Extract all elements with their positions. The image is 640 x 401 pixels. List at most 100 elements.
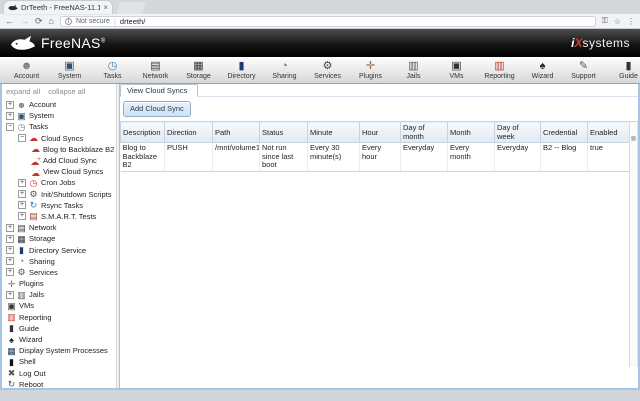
tree-item-system[interactable]: +System bbox=[2, 110, 116, 121]
expand-toggle-icon[interactable]: + bbox=[6, 291, 14, 299]
toolbar-item-storage[interactable]: Storage bbox=[178, 60, 219, 81]
column-header-description[interactable]: Description bbox=[121, 122, 165, 143]
column-header-day-of-week[interactable]: Day of week bbox=[495, 122, 541, 143]
column-header-status[interactable]: Status bbox=[260, 122, 308, 143]
toolbar-item-system[interactable]: System bbox=[49, 60, 90, 81]
column-header-minute[interactable]: Minute bbox=[308, 122, 360, 143]
tree-item-plugins[interactable]: Plugins bbox=[2, 278, 116, 289]
expand-toggle-icon[interactable]: + bbox=[6, 101, 14, 109]
toolbar-item-sharing[interactable]: Sharing bbox=[264, 60, 305, 81]
table-row[interactable]: Blog to Backblaze B2PUSH/mnt/volume1/blo… bbox=[121, 143, 630, 172]
expand-toggle-icon[interactable]: + bbox=[18, 212, 26, 220]
tree-item-jails[interactable]: +Jails bbox=[2, 289, 116, 300]
toolbar-item-label: Plugins bbox=[359, 73, 382, 81]
toolbar-item-vms[interactable]: VMs bbox=[436, 60, 477, 81]
toolbar-item-directory[interactable]: Directory bbox=[221, 60, 262, 81]
tree-item-add-cloud-sync[interactable]: Add Cloud Sync bbox=[2, 155, 116, 166]
tree-item-services[interactable]: +Services bbox=[2, 267, 116, 278]
column-header-hour[interactable]: Hour bbox=[360, 122, 401, 143]
tree-item-sharing[interactable]: +Sharing bbox=[2, 256, 116, 267]
collapse-toggle-icon[interactable]: − bbox=[18, 134, 26, 142]
browser-menu-icon[interactable]: ⋮ bbox=[627, 17, 635, 26]
tree-item-log-out[interactable]: Log Out bbox=[2, 368, 116, 379]
tree-item-label: Add Cloud Sync bbox=[43, 156, 97, 165]
grid-scrollbar[interactable]: ▦ bbox=[629, 121, 638, 367]
expand-all-link[interactable]: expand all bbox=[6, 87, 40, 96]
bookmark-star-icon[interactable]: ☆ bbox=[614, 17, 621, 26]
column-header-enabled[interactable]: Enabled bbox=[588, 122, 630, 143]
toolbar-item-tasks[interactable]: Tasks bbox=[92, 60, 133, 81]
forward-icon[interactable]: → bbox=[20, 16, 29, 26]
page-background bbox=[0, 390, 640, 399]
toolbar-item-reporting[interactable]: Reporting bbox=[479, 60, 520, 81]
tree-item-display-system-processes[interactable]: Display System Processes bbox=[2, 345, 116, 356]
toolbar-item-plugins[interactable]: Plugins bbox=[350, 60, 391, 81]
tree-item-shell[interactable]: Shell bbox=[2, 356, 116, 367]
tree-item-guide[interactable]: Guide bbox=[2, 323, 116, 334]
toolbar-item-account[interactable]: Account bbox=[6, 60, 47, 81]
expand-toggle-icon[interactable]: + bbox=[18, 201, 26, 209]
tree-item-tasks[interactable]: −Tasks bbox=[2, 121, 116, 132]
toolbar-item-label: Guide bbox=[619, 73, 638, 81]
grid-options-icon[interactable]: ▦ bbox=[630, 135, 637, 142]
home-icon[interactable]: ⌂ bbox=[49, 16, 54, 26]
expand-toggle-icon[interactable]: + bbox=[6, 112, 14, 120]
tree-item-vms[interactable]: VMs bbox=[2, 300, 116, 311]
tree-item-network[interactable]: +Network bbox=[2, 222, 116, 233]
directory-icon bbox=[238, 60, 244, 73]
tree-item-cron-jobs[interactable]: +Cron Jobs bbox=[2, 177, 116, 188]
column-header-credential[interactable]: Credential bbox=[541, 122, 588, 143]
url-text[interactable]: drteeth/ bbox=[120, 17, 145, 26]
tree-item-reporting[interactable]: Reporting bbox=[2, 312, 116, 323]
tree-item-smart-tests[interactable]: +S.M.A.R.T. Tests bbox=[2, 211, 116, 222]
tree-item-rsync-tasks[interactable]: +Rsync Tasks bbox=[2, 200, 116, 211]
tab-view-cloud-syncs[interactable]: View Cloud Syncs bbox=[120, 84, 198, 97]
new-tab-button[interactable] bbox=[116, 2, 146, 14]
collapse-all-link[interactable]: collapse all bbox=[48, 87, 85, 96]
tree-item-init-shutdown-scripts[interactable]: +Init/Shutdown Scripts bbox=[2, 189, 116, 200]
guide-icon bbox=[625, 60, 631, 73]
column-header-day-of-month[interactable]: Day of month bbox=[401, 122, 448, 143]
toolbar-item-services[interactable]: Services bbox=[307, 60, 348, 81]
freenas-brand-text: FreeNAS® bbox=[41, 35, 105, 51]
password-key-icon[interactable]: ⚿ bbox=[602, 16, 608, 26]
tree-item-storage[interactable]: +Storage bbox=[2, 233, 116, 244]
add-cloud-sync-button[interactable]: Add Cloud Sync bbox=[123, 101, 191, 117]
expand-toggle-icon[interactable]: + bbox=[18, 179, 26, 187]
clock-icon bbox=[28, 178, 39, 188]
toolbar-item-label: Wizard bbox=[532, 73, 554, 81]
expand-toggle-icon[interactable]: + bbox=[6, 257, 14, 265]
toolbar-item-label: VMs bbox=[450, 73, 464, 81]
column-header-month[interactable]: Month bbox=[448, 122, 495, 143]
toolbar-item-guide[interactable]: Guide bbox=[608, 60, 640, 81]
toolbar-item-label: Services bbox=[314, 73, 341, 81]
freenas-header: FreeNAS® iXsystems bbox=[0, 29, 640, 57]
toolbar-item-support[interactable]: Support bbox=[563, 60, 604, 81]
omnibox[interactable]: i Not secure | drteeth/ bbox=[60, 16, 596, 27]
tree-item-blog-to-backblaze-b2[interactable]: Blog to Backblaze B2 bbox=[2, 144, 116, 155]
collapse-toggle-icon[interactable]: − bbox=[6, 123, 14, 131]
expand-toggle-icon[interactable]: + bbox=[6, 235, 14, 243]
tree-item-account[interactable]: +Account bbox=[2, 99, 116, 110]
column-header-direction[interactable]: Direction bbox=[165, 122, 213, 143]
tree-item-view-cloud-syncs[interactable]: View Cloud Syncs bbox=[2, 166, 116, 177]
reload-icon[interactable]: ⟳ bbox=[35, 16, 43, 26]
tree-item-cloud-syncs[interactable]: −Cloud Syncs bbox=[2, 133, 116, 144]
expand-toggle-icon[interactable]: + bbox=[6, 246, 14, 254]
tab-title: DrTeeth - FreeNAS-11.1- bbox=[21, 3, 100, 12]
toolbar-item-network[interactable]: Network bbox=[135, 60, 176, 81]
expand-toggle-icon[interactable]: + bbox=[6, 268, 14, 276]
page-info-icon[interactable]: i bbox=[65, 18, 72, 25]
toolbar-item-wizard[interactable]: Wizard bbox=[522, 60, 563, 81]
freenas-toolbar: AccountSystemTasksNetworkStorageDirector… bbox=[0, 57, 640, 84]
tree-item-directory-service[interactable]: +Directory Service bbox=[2, 244, 116, 255]
tree-item-reboot[interactable]: Reboot bbox=[2, 379, 116, 388]
browser-tab[interactable]: DrTeeth - FreeNAS-11.1- × bbox=[4, 1, 112, 14]
tab-close-icon[interactable]: × bbox=[103, 4, 108, 12]
expand-toggle-icon[interactable]: + bbox=[18, 190, 26, 198]
column-header-path[interactable]: Path bbox=[213, 122, 260, 143]
expand-toggle-icon[interactable]: + bbox=[6, 224, 14, 232]
tree-item-wizard[interactable]: Wizard bbox=[2, 334, 116, 345]
back-icon[interactable]: ← bbox=[5, 16, 14, 26]
toolbar-item-jails[interactable]: Jails bbox=[393, 60, 434, 81]
